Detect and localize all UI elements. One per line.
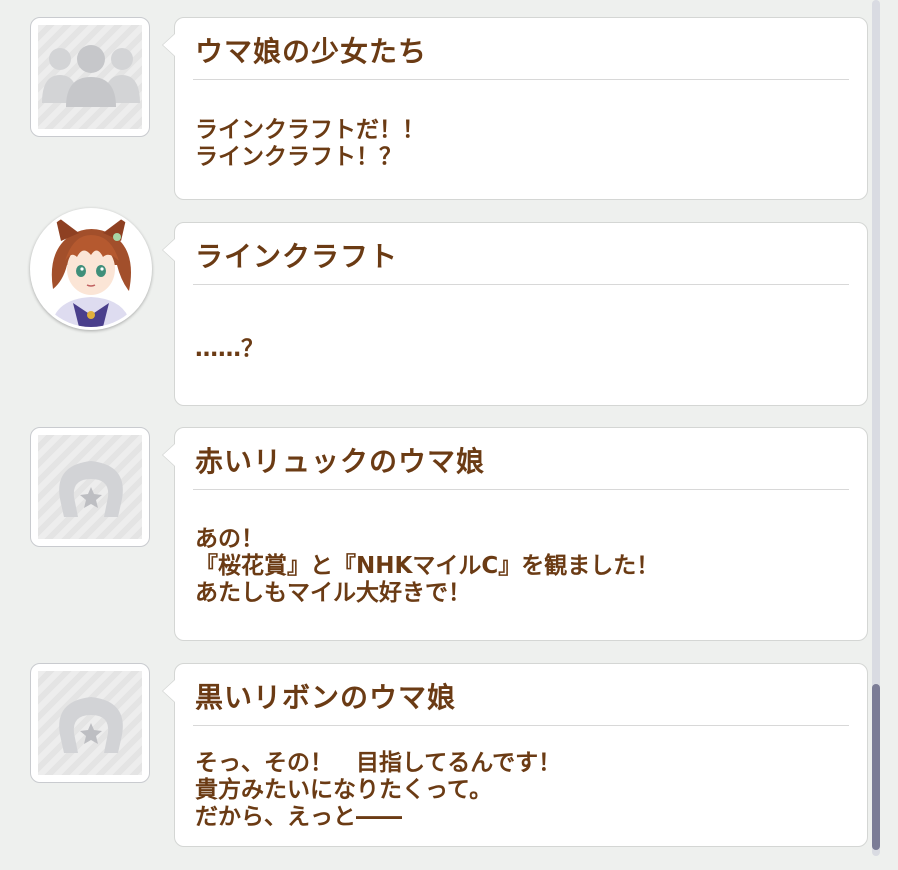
group-silhouette-icon	[42, 45, 140, 107]
message-text: あの！ 『桜花賞』と『NHKマイルC』を観ました！ あたしもマイル大好きで！	[195, 526, 660, 606]
character-portrait	[33, 211, 149, 327]
speaker-name: ウマ娘の少女たち	[195, 35, 428, 68]
horseshoe-star-icon	[59, 697, 123, 753]
divider	[193, 284, 849, 285]
scrollbar-thumb[interactable]	[872, 684, 880, 850]
divider	[193, 725, 849, 726]
avatar	[30, 663, 150, 783]
avatar	[30, 17, 150, 137]
message-bubble: ラインクラフト ……？	[162, 222, 868, 406]
horseshoe-star-icon	[59, 461, 123, 517]
speaker-name: 黒いリボンのウマ娘	[195, 681, 457, 714]
message-text: ラインクラフトだ！！ ラインクラフト！？	[195, 117, 425, 170]
message-bubble: ウマ娘の少女たち ラインクラフトだ！！ ラインクラフト！？	[162, 17, 868, 200]
avatar	[30, 208, 152, 330]
message-text: ……？	[195, 336, 264, 362]
message-bubble: 赤いリュックのウマ娘 あの！ 『桜花賞』と『NHKマイルC』を観ました！ あたし…	[162, 427, 868, 641]
speaker-name: ラインクラフト	[195, 240, 399, 273]
divider	[193, 489, 849, 490]
speaker-name: 赤いリュックのウマ娘	[195, 445, 486, 478]
divider	[193, 79, 849, 80]
message-text: そっ、その！ 目指してるんです！ 貴方みたいになりたくって。 だから、えっと――	[195, 750, 562, 830]
message-bubble: 黒いリボンのウマ娘 そっ、その！ 目指してるんです！ 貴方みたいになりたくって。…	[162, 663, 868, 847]
avatar	[30, 427, 150, 547]
